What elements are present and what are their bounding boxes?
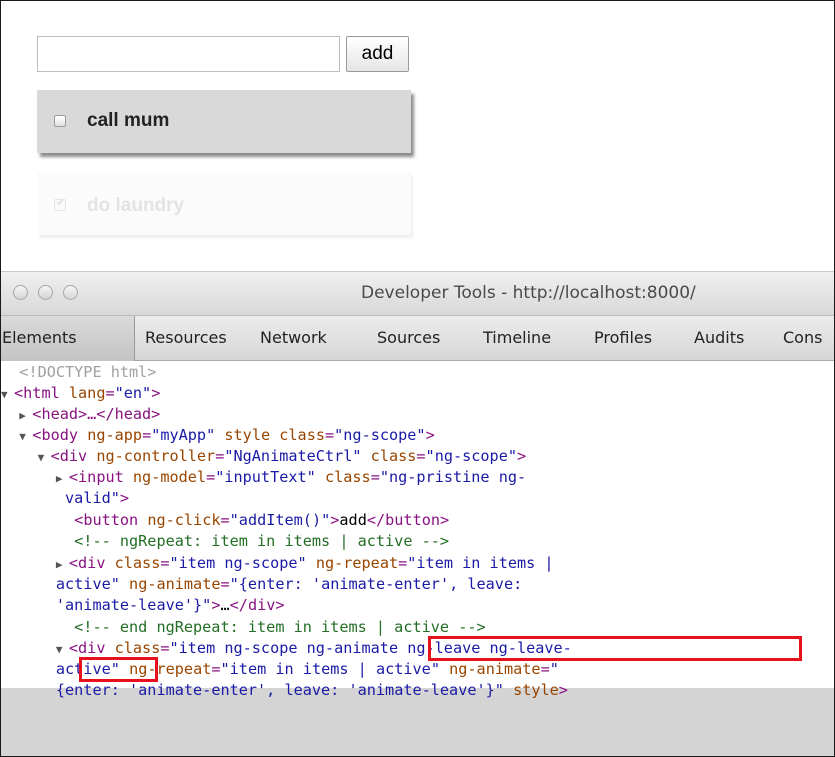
minimize-window-button[interactable]: [38, 285, 53, 300]
collapsed-triangle-icon[interactable]: ▶: [19, 405, 32, 426]
checkmark-icon: ✔: [56, 197, 66, 209]
tree-line-end-comment[interactable]: <!-- end ngRepeat: item in items | activ…: [1, 617, 834, 638]
tab-sources[interactable]: Sources: [377, 316, 440, 361]
tab-profiles[interactable]: Profiles: [594, 316, 652, 361]
tree-line-item-div[interactable]: ▶ <div class="item ng-scope" ng-repeat="i…: [1, 553, 834, 574]
dom-tree: <!DOCTYPE html> ▼ <html lang="en"> ▶ <head…: [1, 361, 834, 756]
devtools-window: Developer Tools - http://localhost:8000/…: [1, 271, 834, 756]
todo-app: add call mum ✔ do laundry: [1, 1, 834, 271]
tab-network[interactable]: Network: [260, 316, 327, 361]
tree-line-head[interactable]: ▶ <head>…</head>: [1, 404, 834, 425]
expanded-triangle-icon[interactable]: ▼: [56, 639, 69, 660]
item-label: call mum: [87, 110, 170, 131]
tree-line-input-cont: valid">: [65, 489, 130, 507]
item-checkbox[interactable]: [54, 115, 66, 127]
devtools-titlebar: Developer Tools - http://localhost:8000/: [1, 271, 834, 315]
tree-line-item-div-cont: 'animate-leave'}">…</div>: [55, 596, 285, 614]
item-checkbox[interactable]: ✔: [54, 197, 66, 211]
tree-line-item-div-cont: active" ng-animate="{enter: 'animate-ent…: [55, 575, 523, 593]
devtools-tab-bar: Elements Resources Network Sources Timel…: [1, 315, 834, 361]
expanded-triangle-icon[interactable]: ▼: [1, 384, 14, 405]
list-item: ✔ do laundry: [37, 172, 411, 235]
collapsed-triangle-icon[interactable]: ▶: [56, 554, 69, 575]
expanded-triangle-icon[interactable]: ▼: [19, 426, 32, 447]
annotation-highlight-box: [428, 636, 802, 661]
zoom-window-button[interactable]: [63, 285, 78, 300]
tree-line-html[interactable]: ▼ <html lang="en">: [1, 383, 834, 404]
screenshot-frame: add call mum ✔ do laundry Developer Tool…: [0, 0, 835, 757]
expanded-triangle-icon[interactable]: ▼: [38, 447, 51, 468]
tab-console[interactable]: Cons: [783, 316, 822, 361]
window-title: Developer Tools - http://localhost:8000/: [361, 283, 696, 303]
close-window-button[interactable]: [13, 285, 28, 300]
tree-line-input[interactable]: ▶ <input ng-model="inputText" class="ng-p…: [1, 467, 834, 488]
tab-resources[interactable]: Resources: [145, 316, 227, 361]
tab-timeline[interactable]: Timeline: [483, 316, 551, 361]
new-item-input[interactable]: [37, 36, 340, 72]
collapsed-triangle-icon[interactable]: ▶: [56, 468, 69, 489]
annotation-highlight-box: [79, 657, 158, 682]
tree-line-selected-div-cont: {enter: 'animate-enter', leave: 'animate…: [55, 681, 568, 699]
tab-elements[interactable]: Elements: [1, 316, 135, 361]
tab-audits[interactable]: Audits: [694, 316, 744, 361]
tree-line-controller-div[interactable]: ▼ <div ng-controller="NgAnimateCtrl" clas…: [1, 446, 834, 467]
add-button[interactable]: add: [346, 36, 409, 72]
tree-line-body[interactable]: ▼ <body ng-app="myApp" style class="ng-sc…: [1, 425, 834, 446]
tree-line-button[interactable]: <button ng-click="addItem()">add</button…: [1, 510, 834, 531]
tree-line-doctype: <!DOCTYPE html>: [19, 363, 157, 381]
tree-line-comment[interactable]: <!-- ngRepeat: item in items | active --…: [1, 531, 834, 552]
list-item: call mum: [37, 90, 411, 153]
item-label: do laundry: [87, 195, 185, 216]
